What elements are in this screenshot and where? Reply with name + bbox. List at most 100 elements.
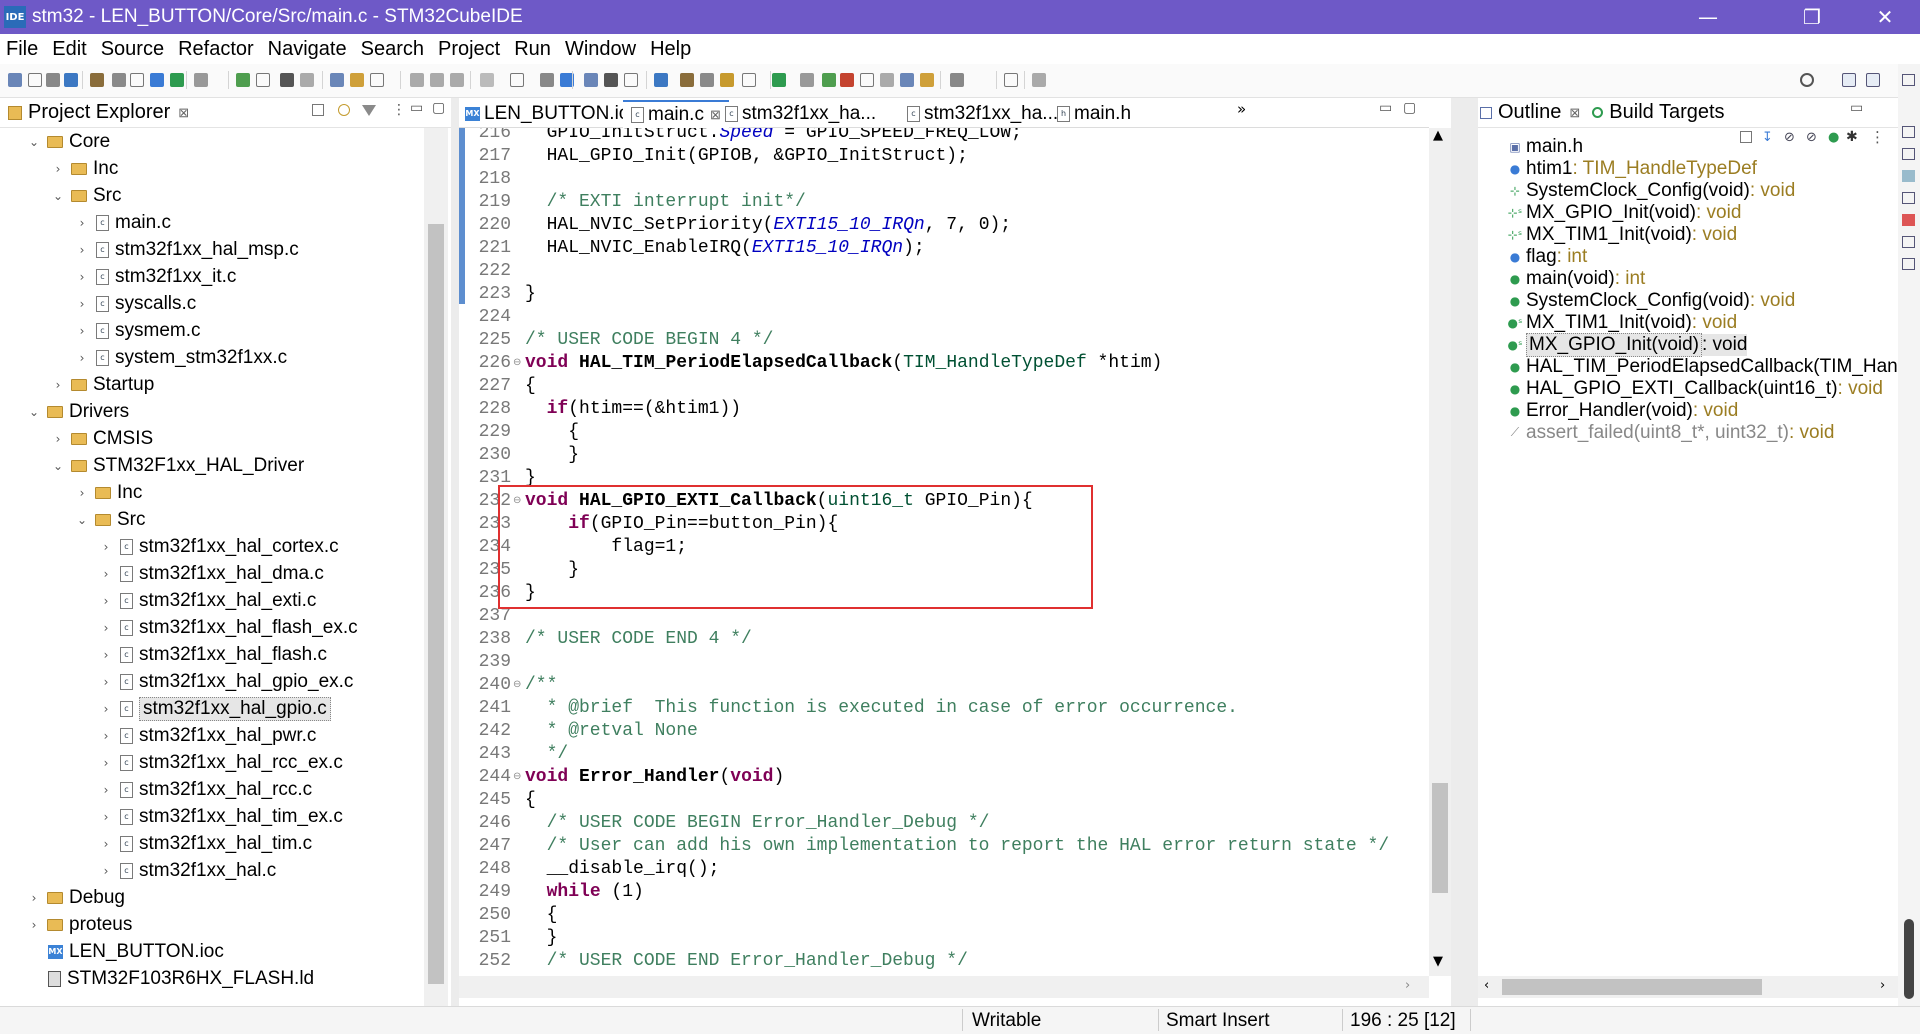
toolbar-icon[interactable] <box>604 73 618 87</box>
toolbar-icon[interactable] <box>540 73 554 87</box>
toolbar-icon[interactable] <box>584 73 598 87</box>
collapsed-arrow-icon[interactable]: › <box>74 324 90 338</box>
tree-item[interactable]: › c stm32f1xx_hal_pwr.c <box>98 722 317 749</box>
tree-item[interactable]: MX LEN_BUTTON.ioc <box>26 938 224 965</box>
toolbar-icon[interactable] <box>112 73 126 87</box>
toolbar-icon[interactable] <box>654 73 668 87</box>
expanded-arrow-icon[interactable]: ⌄ <box>26 405 42 419</box>
side-scroll-handle[interactable] <box>1904 919 1914 999</box>
tree-item[interactable]: › c system_stm32f1xx.c <box>74 344 288 371</box>
toolbar-icon[interactable] <box>46 73 60 87</box>
collapsed-arrow-icon[interactable]: › <box>98 702 114 716</box>
tree-item[interactable]: ⌄ Drivers <box>26 398 129 425</box>
tree-item[interactable]: › c stm32f1xx_hal_tim_ex.c <box>98 803 343 830</box>
editor-horizontal-scrollbar[interactable]: › <box>459 976 1429 998</box>
code-editor[interactable]: 216 GPIO_InitStruct. Speed = GPIO_SPEED_F… <box>459 128 1429 976</box>
collapsed-arrow-icon[interactable]: › <box>98 756 114 770</box>
perspective-icon[interactable] <box>1866 73 1880 87</box>
collapsed-arrow-icon[interactable]: › <box>98 594 114 608</box>
collapsed-arrow-icon[interactable]: › <box>98 675 114 689</box>
minimize-view-icon[interactable]: ▭ <box>410 100 423 116</box>
tree-item[interactable]: › c stm32f1xx_hal_rcc_ex.c <box>98 749 343 776</box>
menu-window[interactable]: Window <box>565 38 636 61</box>
link-editor-icon[interactable] <box>338 104 350 116</box>
menu-help[interactable]: Help <box>650 38 691 61</box>
collapsed-arrow-icon[interactable]: › <box>74 351 90 365</box>
tree-item[interactable]: › c stm32f1xx_hal_flash.c <box>98 641 327 668</box>
collapsed-arrow-icon[interactable]: › <box>74 270 90 284</box>
toolbar-icon[interactable] <box>430 73 444 87</box>
editor-vertical-scrollbar[interactable]: ▲ ▼ <box>1429 128 1451 976</box>
view-icon[interactable] <box>1902 148 1915 160</box>
build-targets-tab[interactable]: Build Targets <box>1609 101 1724 124</box>
collapsed-arrow-icon[interactable]: › <box>50 432 66 446</box>
scroll-right-arrow-icon[interactable]: › <box>1880 978 1885 993</box>
toolbar-icon[interactable] <box>28 73 42 87</box>
minimize-view-icon[interactable]: ▭ <box>1850 100 1863 116</box>
outline-title[interactable]: Outline <box>1498 101 1561 124</box>
filter-icon[interactable] <box>362 105 376 116</box>
tree-item[interactable]: › c sysmem.c <box>74 317 201 344</box>
collapsed-arrow-icon[interactable]: › <box>98 648 114 662</box>
tree-item[interactable]: › c stm32f1xx_it.c <box>74 263 237 290</box>
scrollbar-thumb[interactable] <box>1502 979 1762 995</box>
toolbar-icon[interactable] <box>510 73 524 87</box>
tree-item[interactable]: › c syscalls.c <box>74 290 197 317</box>
toolbar-icon[interactable] <box>1004 73 1018 87</box>
outline-horizontal-scrollbar[interactable]: ‹ › <box>1478 976 1898 998</box>
tree-item[interactable]: › c stm32f1xx_hal_tim.c <box>98 830 313 857</box>
tree-item[interactable]: › c main.c <box>74 209 171 236</box>
toolbar-icon[interactable] <box>236 73 250 87</box>
tree-item[interactable]: › c stm32f1xx_hal.c <box>98 857 277 884</box>
collapsed-arrow-icon[interactable]: › <box>74 216 90 230</box>
toolbar-icon[interactable] <box>772 73 786 87</box>
toolbar-icon[interactable] <box>450 73 464 87</box>
tree-item[interactable]: › c stm32f1xx_hal_msp.c <box>74 236 299 263</box>
expanded-arrow-icon[interactable]: ⌄ <box>74 513 90 527</box>
menu-run[interactable]: Run <box>514 38 551 61</box>
collapsed-arrow-icon[interactable]: › <box>74 297 90 311</box>
toolbar-icon[interactable] <box>130 73 144 87</box>
toolbar-icon[interactable] <box>920 73 934 87</box>
expanded-arrow-icon[interactable]: ⌄ <box>50 459 66 473</box>
collapsed-arrow-icon[interactable]: › <box>50 162 66 176</box>
cursor-position[interactable]: 196 : 25 [12] <box>1350 1010 1456 1032</box>
close-icon[interactable]: ⊠ <box>178 105 189 121</box>
view-icon[interactable] <box>1902 170 1915 182</box>
scroll-down-arrow-icon[interactable]: ▼ <box>1433 954 1443 969</box>
collapsed-arrow-icon[interactable]: › <box>98 567 114 581</box>
editor-tab[interactable]: c stm32f1xx_ha... <box>901 100 1064 128</box>
restore-button[interactable]: ❐ <box>1782 0 1842 34</box>
tree-item[interactable]: › c stm32f1xx_hal_gpio_ex.c <box>98 668 354 695</box>
view-icon[interactable] <box>1902 214 1915 226</box>
collapsed-arrow-icon[interactable]: › <box>74 486 90 500</box>
toolbar-icon[interactable] <box>64 73 78 87</box>
panel-divider[interactable] <box>1451 98 1478 1006</box>
scroll-left-arrow-icon[interactable]: ‹ <box>1484 978 1489 993</box>
editor-tab[interactable]: c main.c ⊠ <box>623 100 729 128</box>
toolbar-icon[interactable] <box>800 73 814 87</box>
toolbar-icon[interactable] <box>300 73 314 87</box>
toolbar-icon[interactable] <box>860 73 874 87</box>
toolbar-icon[interactable] <box>170 73 184 87</box>
view-icon[interactable] <box>1902 258 1915 270</box>
tree-item[interactable]: › Inc <box>50 155 119 182</box>
toolbar-icon[interactable] <box>256 73 270 87</box>
maximize-view-icon[interactable]: ▢ <box>432 100 445 116</box>
tree-item[interactable]: › Startup <box>50 371 155 398</box>
view-icon[interactable] <box>1902 236 1915 248</box>
menu-source[interactable]: Source <box>101 38 164 61</box>
view-icon[interactable] <box>1902 126 1915 138</box>
perspective-icon[interactable] <box>1842 73 1856 87</box>
collapsed-arrow-icon[interactable]: › <box>98 729 114 743</box>
tree-item[interactable]: ⌄ STM32F1xx_HAL_Driver <box>50 452 304 479</box>
scroll-up-arrow-icon[interactable]: ▲ <box>1433 128 1443 143</box>
collapsed-arrow-icon[interactable]: › <box>98 621 114 635</box>
collapsed-arrow-icon[interactable]: › <box>74 243 90 257</box>
fold-toggle-icon[interactable]: ⊖ <box>513 357 525 368</box>
insert-mode-status[interactable]: Smart Insert <box>1166 1010 1269 1032</box>
close-window-button[interactable]: ✕ <box>1855 0 1915 34</box>
tree-item[interactable]: ⌄ Src <box>50 182 122 209</box>
toolbar-icon[interactable] <box>720 73 734 87</box>
toolbar-icon[interactable] <box>950 73 964 87</box>
